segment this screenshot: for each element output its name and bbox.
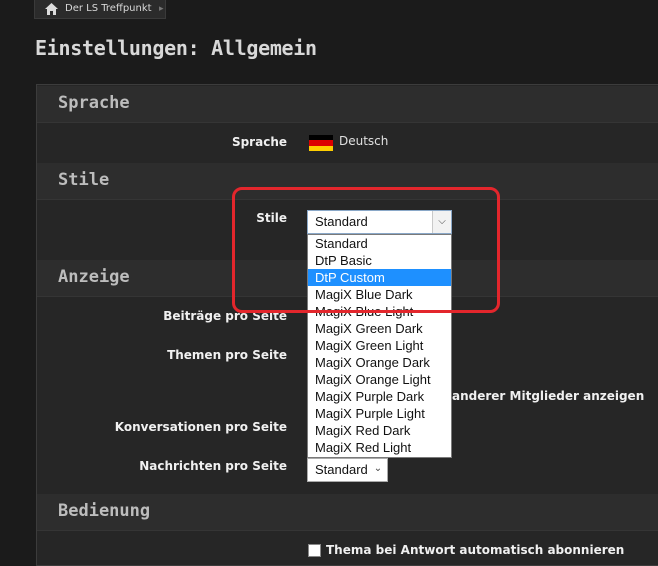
style-option[interactable]: MagiX Orange Dark: [308, 354, 451, 371]
messages-per-page-select[interactable]: Standard ⌄: [307, 458, 388, 482]
page-title: Einstellungen: Allgemein: [35, 36, 317, 60]
chevron-right-icon: ▸: [159, 4, 164, 14]
section-title: Bedienung: [58, 501, 151, 521]
style-option[interactable]: MagiX Green Light: [308, 337, 451, 354]
style-option[interactable]: MagiX Red Light: [308, 439, 451, 456]
german-flag-icon: [309, 135, 333, 151]
messages-select-value: Standard: [315, 462, 368, 477]
style-option[interactable]: MagiX Purple Light: [308, 405, 451, 422]
language-value[interactable]: Deutsch: [339, 134, 388, 148]
threads-per-page-label: Themen pro Seite: [167, 348, 287, 362]
style-option[interactable]: MagiX Purple Dark: [308, 388, 451, 405]
section-title: Anzeige: [58, 267, 130, 287]
style-option[interactable]: MagiX Red Dark: [308, 422, 451, 439]
show-members-checkbox-label[interactable]: anderer Mitglieder anzeigen: [452, 389, 644, 403]
section-title: Sprache: [58, 93, 130, 113]
annotation-highlight-box: [232, 187, 500, 313]
auto-subscribe-checkbox[interactable]: [308, 544, 321, 557]
auto-subscribe-label[interactable]: Thema bei Antwort automatisch abonnieren: [326, 543, 624, 557]
section-title: Stile: [58, 170, 110, 190]
conversations-per-page-label: Konversationen pro Seite: [114, 420, 287, 434]
messages-per-page-label: Nachrichten pro Seite: [139, 459, 287, 473]
breadcrumb[interactable]: Der LS Treffpunkt ▸: [34, 0, 166, 19]
style-option[interactable]: MagiX Green Dark: [308, 320, 451, 337]
section-bedienung: Bedienung: [37, 494, 658, 531]
language-label: Sprache: [231, 135, 287, 149]
section-sprache: Sprache: [37, 86, 658, 123]
breadcrumb-link[interactable]: Der LS Treffpunkt: [65, 0, 152, 18]
style-option[interactable]: MagiX Orange Light: [308, 371, 451, 388]
chevron-down-icon[interactable]: ⌄: [369, 459, 387, 481]
home-icon[interactable]: [45, 3, 58, 15]
